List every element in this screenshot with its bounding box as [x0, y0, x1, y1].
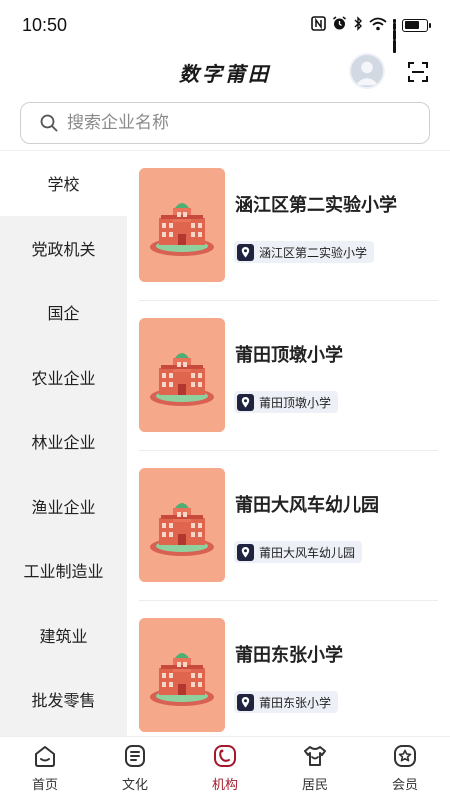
location-tag: 涵江区第二实验小学 [234, 241, 375, 263]
item-title: 涵江区第二实验小学 [235, 195, 397, 215]
home-icon [32, 743, 58, 769]
status-icons [311, 16, 431, 53]
category-sidebar: 学校 党政机关 国企 农业企业 林业企业 渔业企业 工业制造业 建筑业 批发零售 [0, 151, 127, 736]
nav-label: 会员 [391, 777, 418, 792]
alarm-icon [332, 16, 347, 34]
list-item[interactable]: 莆田大风车幼儿园 莆田大风车幼儿园 [127, 451, 438, 601]
organization-icon [212, 743, 238, 769]
school-building-icon [139, 318, 225, 432]
location-pin-icon [237, 243, 254, 261]
battery-icon [402, 18, 431, 32]
organization-list: 涵江区第二实验小学 涵江区第二实验小学 莆田顶墩小学 莆田顶墩小学 莆田大风车幼儿园 莆田… [127, 151, 450, 736]
sidebar-item[interactable]: 学校 [0, 151, 127, 216]
nav-item[interactable]: 会员 [360, 737, 450, 800]
nav-item[interactable]: 首页 [0, 737, 90, 800]
item-title: 莆田大风车幼儿园 [235, 495, 379, 515]
sidebar-item[interactable]: 工业制造业 [0, 538, 127, 603]
tag-text: 莆田大风车幼儿园 [259, 545, 356, 560]
search-icon [40, 114, 58, 132]
sidebar-item[interactable]: 渔业企业 [0, 474, 127, 539]
sidebar-item[interactable]: 批发零售 [0, 667, 127, 732]
nav-label: 机构 [211, 777, 238, 792]
school-building-icon [139, 168, 225, 282]
tag-text: 莆田东张小学 [259, 695, 332, 710]
member-icon [392, 743, 418, 769]
resident-icon [302, 743, 328, 769]
nav-label: 文化 [121, 777, 148, 792]
status-bar: 10:50 [0, 0, 450, 53]
nav-item[interactable]: 居民 [270, 737, 360, 800]
scan-icon[interactable] [406, 60, 430, 84]
location-pin-icon [237, 393, 254, 411]
culture-icon [122, 743, 148, 769]
location-pin-icon [237, 693, 254, 711]
list-item[interactable]: 莆田顶墩小学 莆田顶墩小学 [127, 301, 438, 451]
school-building-icon [139, 618, 225, 732]
sidebar-item[interactable]: 国企 [0, 280, 127, 345]
location-tag: 莆田大风车幼儿园 [234, 541, 363, 563]
nav-item[interactable]: 机构 [180, 737, 270, 800]
user-avatar-icon[interactable] [349, 53, 385, 89]
tag-text: 莆田顶墩小学 [259, 395, 332, 410]
nav-label: 居民 [301, 777, 328, 792]
bluetooth-icon [353, 16, 363, 34]
signal-icon [393, 18, 396, 53]
sidebar-item[interactable]: 建筑业 [0, 603, 127, 668]
nav-label: 首页 [31, 777, 58, 792]
status-time: 10:50 [22, 14, 68, 35]
search-bar[interactable] [20, 102, 430, 144]
item-title: 莆田东张小学 [235, 645, 343, 665]
location-tag: 莆田东张小学 [234, 691, 339, 713]
school-building-icon [139, 468, 225, 582]
sidebar-item[interactable]: 农业企业 [0, 345, 127, 410]
list-item[interactable]: 莆田东张小学 莆田东张小学 [127, 601, 438, 736]
nfc-icon [311, 16, 326, 34]
bottom-nav: 首页 文化 机构 居民 会员 [0, 736, 450, 800]
header: 数字莆田 [0, 50, 450, 98]
location-pin-icon [237, 543, 254, 561]
sidebar-item[interactable]: 党政机关 [0, 216, 127, 281]
wifi-icon [369, 17, 387, 34]
list-item[interactable]: 涵江区第二实验小学 涵江区第二实验小学 [127, 151, 438, 301]
tag-text: 涵江区第二实验小学 [259, 245, 368, 260]
sidebar-item[interactable]: 林业企业 [0, 409, 127, 474]
location-tag: 莆田顶墩小学 [234, 391, 339, 413]
search-input[interactable] [67, 113, 397, 133]
nav-item[interactable]: 文化 [90, 737, 180, 800]
item-title: 莆田顶墩小学 [235, 345, 343, 365]
